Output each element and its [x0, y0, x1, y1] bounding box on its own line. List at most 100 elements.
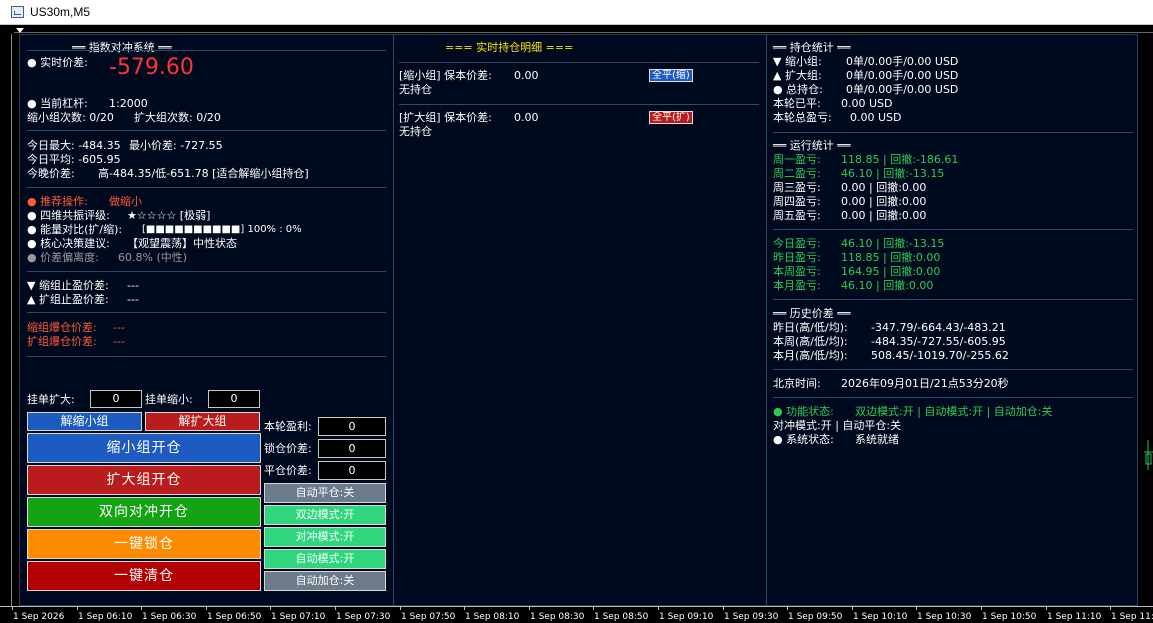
price-marker-icon [1144, 440, 1153, 470]
time-axis-label: 1 Sep 10:10 [853, 612, 908, 622]
function-status-value: 双边模式:开 | 自动模式:开 | 自动加仓:关 [855, 405, 1053, 418]
left-sep-0 [27, 50, 386, 51]
time-axis-label: 1 Sep 06:50 [207, 612, 262, 622]
mid-sep-1 [399, 104, 759, 105]
time-axis-label: 1 Sep 07:10 [271, 612, 326, 622]
lock-price-input[interactable]: 0 [318, 439, 386, 458]
history-value: -484.35/-727.55/-605.95 [871, 335, 1006, 348]
round-total-label: 本轮总盈亏: [773, 111, 832, 124]
run-stats-title: ══ 运行统计 ══ [773, 139, 851, 152]
history-label: 本周(高/低/均): [773, 335, 848, 348]
chart-menu-arrow-icon[interactable] [16, 28, 24, 33]
period-label: 本周盈亏: [773, 265, 821, 278]
mid-sep-0 [399, 62, 759, 63]
right-sep-1 [773, 229, 1133, 230]
time-axis-tick [593, 606, 594, 610]
close-big-button[interactable]: 全平(扩) [649, 111, 693, 124]
time-axis-tick [77, 606, 78, 610]
left-sep-3 [27, 271, 386, 272]
big-liq-label: 扩组爆仓价差: [27, 335, 97, 348]
pend-small-input[interactable]: 0 [208, 390, 260, 408]
realtime-value: -579.60 [109, 55, 194, 80]
time-axis-label: 1 Sep 10:50 [982, 612, 1037, 622]
core-label: ● 核心决策建议: [27, 237, 110, 250]
auto-add-toggle[interactable]: 自动加仓:关 [264, 571, 386, 591]
round-profit-input[interactable]: 0 [318, 417, 386, 436]
pend-small-label: 挂单缩小: [145, 393, 193, 406]
big-tp-label: ▲ 扩组止盈价差: [27, 293, 109, 306]
core-value: 【观望震荡】中性状态 [127, 237, 237, 250]
small-group-status: 无持仓 [399, 83, 432, 96]
beijing-time-label: 北京时间: [773, 377, 821, 390]
leverage-value: 1:2000 [109, 97, 148, 110]
auto-mode-toggle[interactable]: 自动模式:开 [264, 549, 386, 569]
close-price-label: 平仓价差: [264, 464, 312, 477]
small-group-value: 0.00 [514, 69, 539, 82]
big-count: 扩大组次数: 0/20 [134, 111, 221, 124]
window-titlebar: US30m,M5 [0, 0, 1153, 25]
system-status-value: 系统就绪 [855, 433, 899, 446]
time-axis-tick [916, 606, 917, 610]
small-tp-label: ▼ 缩组止盈价差: [27, 279, 109, 292]
deviation-value: 60.8% (中性) [118, 251, 188, 264]
close-price-input[interactable]: 0 [318, 461, 386, 480]
time-axis-label: 1 Sep 09:30 [724, 612, 779, 622]
realtime-label: ● 实时价差: [27, 56, 88, 69]
weekday-label: 周一盈亏: [773, 153, 821, 166]
big-group-value: 0.00 [514, 111, 539, 124]
open-big-button[interactable]: 扩大组开仓 [27, 465, 261, 495]
left-sep-1 [27, 130, 386, 131]
weekday-value: 0.00 | 回撤:0.00 [841, 209, 927, 222]
history-label: 昨日(高/低/均): [773, 321, 848, 334]
open-small-button[interactable]: 缩小组开仓 [27, 433, 261, 463]
rec-label: ● 推荐操作: [27, 195, 88, 208]
time-axis-tick [787, 606, 788, 610]
weekday-label: 周三盈亏: [773, 181, 821, 194]
energy-label: ● 能量对比(扩/缩): [27, 223, 123, 236]
time-axis-label: 1 Sep 08:50 [594, 612, 649, 622]
time-axis-tick [270, 606, 271, 610]
time-axis-label: 1 Sep 07:50 [401, 612, 456, 622]
positions-title: === 实时持仓明细 === [445, 41, 574, 54]
pend-big-label: 挂单扩大: [27, 393, 75, 406]
leverage-label: ● 当前杠杆: [27, 97, 88, 110]
period-label: 昨日盈亏: [773, 251, 821, 264]
small-count: 缩小组次数: 0/20 [27, 111, 114, 124]
close-all-button[interactable]: 一键清仓 [27, 561, 261, 591]
history-value: -347.79/-664.43/-483.21 [871, 321, 1006, 334]
round-closed-value: 0.00 USD [841, 97, 893, 110]
right-sep-3 [773, 369, 1133, 370]
time-axis-tick [981, 606, 982, 610]
chart-left-line [11, 34, 12, 606]
open-both-button[interactable]: 双向对冲开仓 [27, 497, 261, 527]
lock-all-button[interactable]: 一键锁仓 [27, 529, 261, 559]
hedge-status-line: 对冲模式:开 | 自动平仓:关 [773, 419, 902, 432]
tonight-label: 今晚价差: [27, 167, 75, 180]
small-liq-label: 缩组爆仓价差: [27, 321, 97, 334]
time-axis-label: 1 Sep 08:30 [530, 612, 585, 622]
time-axis-label: 1 Sep 06:30 [142, 612, 197, 622]
right-sep-0 [773, 132, 1133, 133]
auto-close-toggle[interactable]: 自动平仓:关 [264, 483, 386, 503]
round-total-value: 0.00 USD [850, 111, 902, 124]
unlock-small-button[interactable]: 解缩小组 [27, 412, 142, 431]
time-axis-tick [141, 606, 142, 610]
right-sep-4 [773, 397, 1133, 398]
dual-mode-toggle[interactable]: 双边模式:开 [264, 505, 386, 525]
close-small-button[interactable]: 全平(缩) [649, 69, 693, 82]
time-axis-tick [464, 606, 465, 610]
chart-top-line [14, 32, 1153, 33]
period-value: 118.85 | 回撤:0.00 [841, 251, 941, 264]
pos-stats-title: ══ 持仓统计 ══ [773, 41, 851, 54]
today-min: 最小价差: -727.55 [129, 139, 223, 152]
big-group-status: 无持仓 [399, 125, 432, 138]
left-sep-2 [27, 187, 386, 188]
tonight-value: 高-484.35/低-651.78 [适合解缩小组持仓] [98, 167, 309, 180]
pend-big-input[interactable]: 0 [90, 390, 142, 408]
history-label: 本月(高/低/均): [773, 349, 848, 362]
history-value: 508.45/-1019.70/-255.62 [871, 349, 1009, 362]
weekday-label: 周二盈亏: [773, 167, 821, 180]
time-axis-label: 1 Sep 10:30 [917, 612, 972, 622]
hedge-mode-toggle[interactable]: 对冲模式:开 [264, 527, 386, 547]
unlock-big-button[interactable]: 解扩大组 [145, 412, 260, 431]
